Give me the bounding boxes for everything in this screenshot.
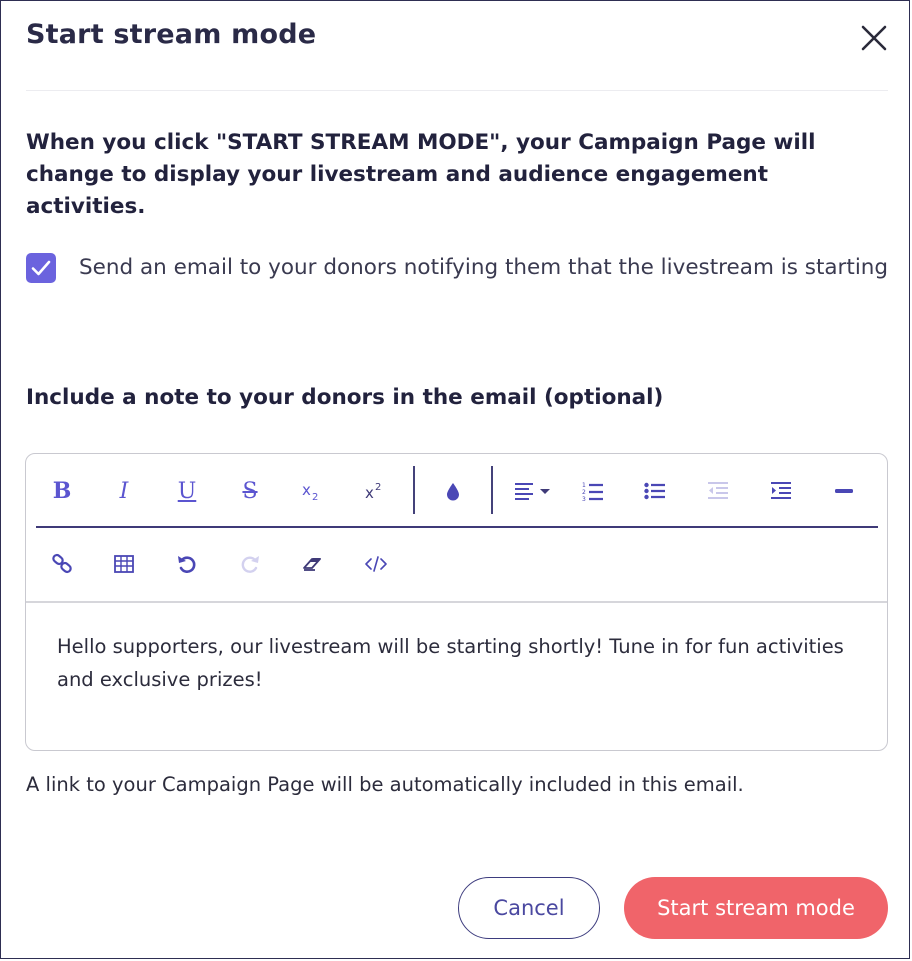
unordered-list-icon[interactable] [638, 474, 672, 508]
code-view-icon[interactable] [359, 547, 393, 581]
intro-text: When you click "START STREAM MODE", your… [26, 130, 816, 219]
italic-icon[interactable]: I [107, 474, 141, 508]
note-label: Include a note to your donors in the ema… [26, 385, 664, 410]
close-icon[interactable] [859, 23, 889, 53]
outdent-icon[interactable] [701, 474, 735, 508]
align-icon[interactable] [509, 474, 557, 508]
ordered-list-icon[interactable]: 123 [576, 474, 610, 508]
link-icon[interactable] [45, 547, 79, 581]
send-email-checkbox[interactable] [26, 253, 56, 283]
checkmark-icon [31, 260, 51, 276]
toolbar-separator [491, 466, 493, 514]
eraser-icon[interactable] [296, 547, 330, 581]
undo-icon[interactable] [170, 547, 204, 581]
redo-icon[interactable] [233, 547, 267, 581]
svg-text:1: 1 [582, 482, 586, 489]
dialog-title: Start stream mode [26, 19, 317, 50]
toolbar-bottom-border [26, 601, 887, 603]
svg-text:x: x [302, 481, 311, 499]
rich-text-editor: B I U S x2 x2 123 Hello supporters, our … [25, 453, 888, 751]
superscript-icon[interactable]: x2 [359, 474, 393, 508]
toolbar-row-divider [36, 526, 878, 528]
bold-icon[interactable]: B [45, 474, 79, 508]
svg-text:3: 3 [582, 496, 586, 502]
svg-text:2: 2 [375, 482, 381, 493]
cancel-button[interactable]: Cancel [458, 877, 600, 939]
header-divider [26, 90, 888, 91]
toolbar-separator [413, 466, 415, 514]
subscript-icon[interactable]: x2 [296, 474, 330, 508]
editor-content[interactable]: Hello supporters, our livestream will be… [57, 630, 847, 696]
strikethrough-icon[interactable]: S [233, 474, 267, 508]
indent-icon[interactable] [764, 474, 798, 508]
svg-text:x: x [365, 484, 374, 502]
start-stream-button[interactable]: Start stream mode [624, 877, 888, 939]
svg-text:2: 2 [582, 489, 586, 496]
horizontal-rule-icon[interactable] [827, 474, 861, 508]
underline-icon[interactable]: U [170, 474, 204, 508]
table-icon[interactable] [107, 547, 141, 581]
helper-text: A link to your Campaign Page will be aut… [26, 773, 744, 796]
send-email-label[interactable]: Send an email to your donors notifying t… [79, 251, 889, 285]
color-drop-icon[interactable] [436, 474, 470, 508]
svg-text:2: 2 [312, 492, 318, 502]
start-stream-dialog: Start stream mode When you click "START … [0, 0, 910, 959]
